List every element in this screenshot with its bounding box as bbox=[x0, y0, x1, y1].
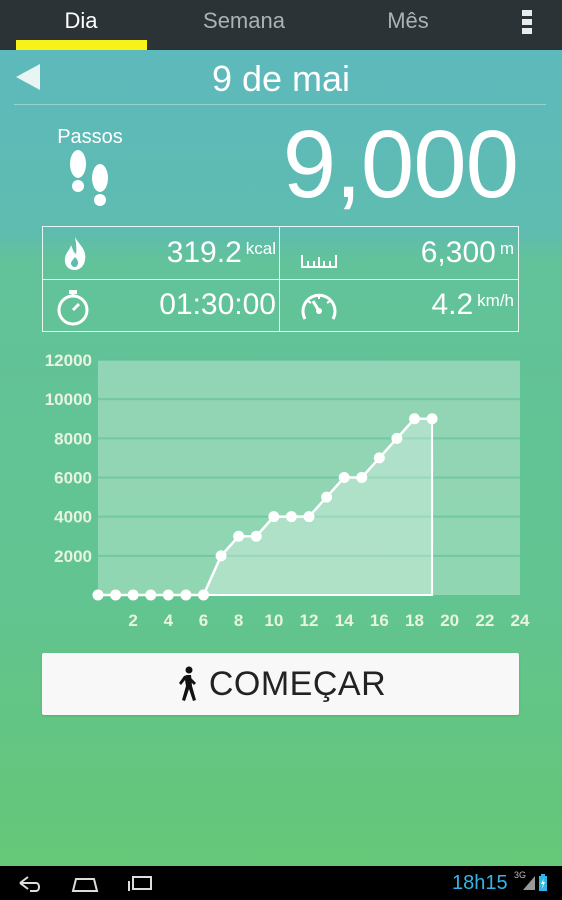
data-point bbox=[303, 511, 315, 523]
data-point bbox=[285, 511, 297, 523]
x-tick-label: 12 bbox=[300, 611, 319, 630]
clock: 18h15 bbox=[452, 872, 508, 894]
start-button-label: COMEÇAR bbox=[208, 664, 387, 703]
flame-icon bbox=[64, 237, 86, 270]
tab-month[interactable]: Mês bbox=[341, 0, 475, 50]
calories-value: 319.2 bbox=[166, 236, 242, 269]
start-button[interactable]: COMEÇAR bbox=[42, 653, 519, 715]
data-point bbox=[373, 452, 385, 464]
data-point bbox=[110, 589, 122, 601]
data-point bbox=[162, 589, 174, 601]
x-tick-label: 4 bbox=[164, 611, 174, 630]
data-point bbox=[127, 589, 139, 601]
y-tick-label: 2000 bbox=[54, 547, 92, 566]
data-point bbox=[198, 589, 209, 601]
data-point bbox=[145, 589, 157, 601]
data-point bbox=[321, 491, 333, 503]
tab-bar: Dia Semana Mês bbox=[0, 0, 562, 50]
ruler-icon bbox=[301, 255, 337, 268]
stopwatch-icon bbox=[57, 290, 89, 326]
speed-unit: km/h bbox=[477, 291, 514, 310]
divider bbox=[14, 104, 546, 105]
data-point bbox=[215, 550, 227, 562]
data-point bbox=[233, 530, 245, 542]
x-tick-label: 6 bbox=[199, 611, 208, 630]
steps-label: Passos bbox=[57, 126, 123, 148]
data-point bbox=[250, 530, 262, 542]
calories-unit: kcal bbox=[245, 239, 276, 258]
steps-count: 9,000 bbox=[282, 111, 519, 218]
x-tick-label: 24 bbox=[511, 611, 530, 630]
back-icon[interactable] bbox=[16, 871, 42, 895]
walking-person-icon bbox=[178, 666, 196, 701]
distance-stat: 6,300 m bbox=[421, 236, 514, 270]
x-tick-label: 20 bbox=[440, 611, 459, 630]
stats-divider-horizontal bbox=[43, 279, 518, 280]
duration-value: 01:30:00 bbox=[159, 288, 276, 321]
x-tick-label: 8 bbox=[234, 611, 243, 630]
overflow-menu-icon[interactable] bbox=[520, 10, 534, 38]
y-tick-label: 8000 bbox=[54, 429, 92, 448]
tab-week[interactable]: Semana bbox=[177, 0, 311, 50]
data-point bbox=[180, 589, 192, 601]
date-title: 9 de mai bbox=[211, 58, 351, 99]
y-tick-label: 6000 bbox=[54, 469, 92, 488]
battery-charging-icon bbox=[539, 874, 547, 891]
data-point bbox=[356, 472, 368, 483]
x-tick-label: 18 bbox=[405, 611, 424, 630]
y-tick-label: 10000 bbox=[45, 390, 92, 409]
data-point bbox=[426, 413, 438, 425]
distance-unit: m bbox=[499, 239, 514, 258]
data-point bbox=[409, 413, 420, 425]
y-tick-label: 4000 bbox=[54, 508, 92, 527]
distance-value: 6,300 bbox=[420, 236, 496, 269]
x-tick-label: 10 bbox=[264, 611, 283, 630]
x-tick-label: 14 bbox=[335, 611, 354, 630]
signal-icon bbox=[523, 876, 535, 890]
data-point bbox=[268, 511, 280, 523]
data-point bbox=[338, 472, 350, 483]
duration-stat: 01:30:00 bbox=[159, 288, 276, 322]
data-point bbox=[391, 432, 403, 444]
x-tick-label: 2 bbox=[128, 611, 137, 630]
x-tick-label: 22 bbox=[475, 611, 494, 630]
home-icon[interactable] bbox=[70, 871, 100, 895]
speed-value: 4.2 bbox=[431, 288, 474, 321]
system-nav-bar: 18h15 3G bbox=[0, 866, 562, 900]
recent-apps-icon[interactable] bbox=[126, 871, 154, 895]
active-tab-indicator bbox=[16, 40, 147, 50]
x-tick-label: 16 bbox=[370, 611, 389, 630]
stats-panel: 319.2 kcal 6,300 m 01:30:00 4.2 km/h bbox=[42, 226, 519, 332]
footprints-icon bbox=[70, 150, 108, 206]
speedometer-icon bbox=[301, 293, 337, 320]
calories-stat: 319.2 kcal bbox=[167, 236, 276, 270]
steps-chart: 200040006000800010000120002 4 6 8 10 12 14 16 18… bbox=[45, 351, 530, 630]
y-tick-label: 12000 bbox=[45, 351, 92, 370]
data-point bbox=[92, 589, 104, 601]
speed-stat: 4.2 km/h bbox=[431, 288, 514, 322]
